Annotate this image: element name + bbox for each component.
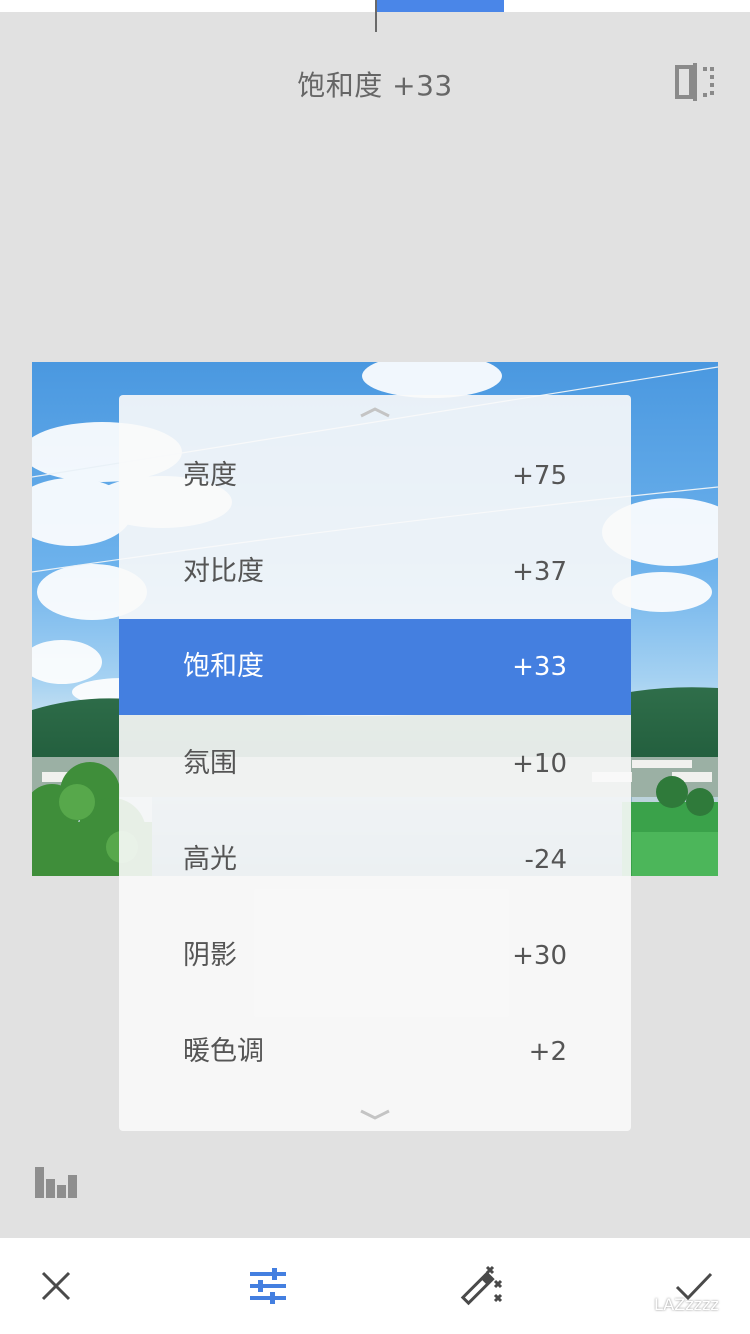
adjustment-slider-fill	[376, 0, 504, 12]
menu-item-label: 亮度	[183, 460, 237, 491]
chevron-down-icon[interactable]	[359, 1107, 391, 1121]
chat-bubble-icon	[624, 1292, 648, 1319]
menu-item-label: 对比度	[183, 556, 264, 587]
adjustment-slider-center-marker	[375, 0, 377, 32]
cancel-button[interactable]	[6, 1238, 106, 1334]
menu-item-shadows[interactable]: 阴影 +30	[119, 908, 631, 1004]
menu-item-value: +75	[512, 461, 567, 491]
menu-item-brightness[interactable]: 亮度 +75	[119, 428, 631, 524]
menu-item-value: +2	[528, 1037, 567, 1067]
watermark-text: LAZzzzz	[654, 1295, 719, 1314]
menu-item-highlights[interactable]: 高光 -24	[119, 812, 631, 908]
menu-item-label: 阴影	[183, 940, 237, 971]
bottom-toolbar	[0, 1238, 750, 1334]
menu-item-warmth[interactable]: 暖色调 +2	[119, 1004, 631, 1100]
apply-button[interactable]	[644, 1238, 744, 1334]
menu-item-contrast[interactable]: 对比度 +37	[119, 524, 631, 620]
menu-item-value: +30	[512, 941, 567, 971]
watermark: LAZzzzz	[624, 1292, 719, 1316]
menu-item-label: 暖色调	[183, 1036, 264, 1067]
menu-item-value: -24	[524, 845, 567, 875]
menu-item-ambiance[interactable]: 氛围 +10	[119, 716, 631, 812]
current-adjustment-title: 饱和度 +33	[297, 69, 453, 102]
menu-item-label: 高光	[183, 844, 237, 875]
auto-adjust-button[interactable]	[430, 1238, 530, 1334]
adjust-tools-button[interactable]	[218, 1238, 318, 1334]
magic-wand-icon	[460, 1265, 503, 1306]
menu-item-value: +33	[512, 652, 567, 682]
menu-item-label: 氛围	[183, 748, 237, 779]
menu-item-value: +10	[512, 749, 567, 779]
menu-item-label: 饱和度	[183, 651, 264, 682]
menu-item-value: +37	[512, 557, 567, 587]
histogram-icon[interactable]	[34, 1165, 78, 1199]
adjustment-menu: 亮度 +75 对比度 +37 饱和度 +33 氛围 +10 高光 -24 阴影 …	[119, 395, 631, 1131]
menu-item-saturation[interactable]: 饱和度 +33	[119, 619, 631, 715]
sliders-icon	[250, 1268, 286, 1304]
close-icon	[41, 1271, 71, 1301]
chevron-up-icon[interactable]	[359, 404, 391, 418]
compare-split-icon[interactable]	[672, 60, 718, 104]
